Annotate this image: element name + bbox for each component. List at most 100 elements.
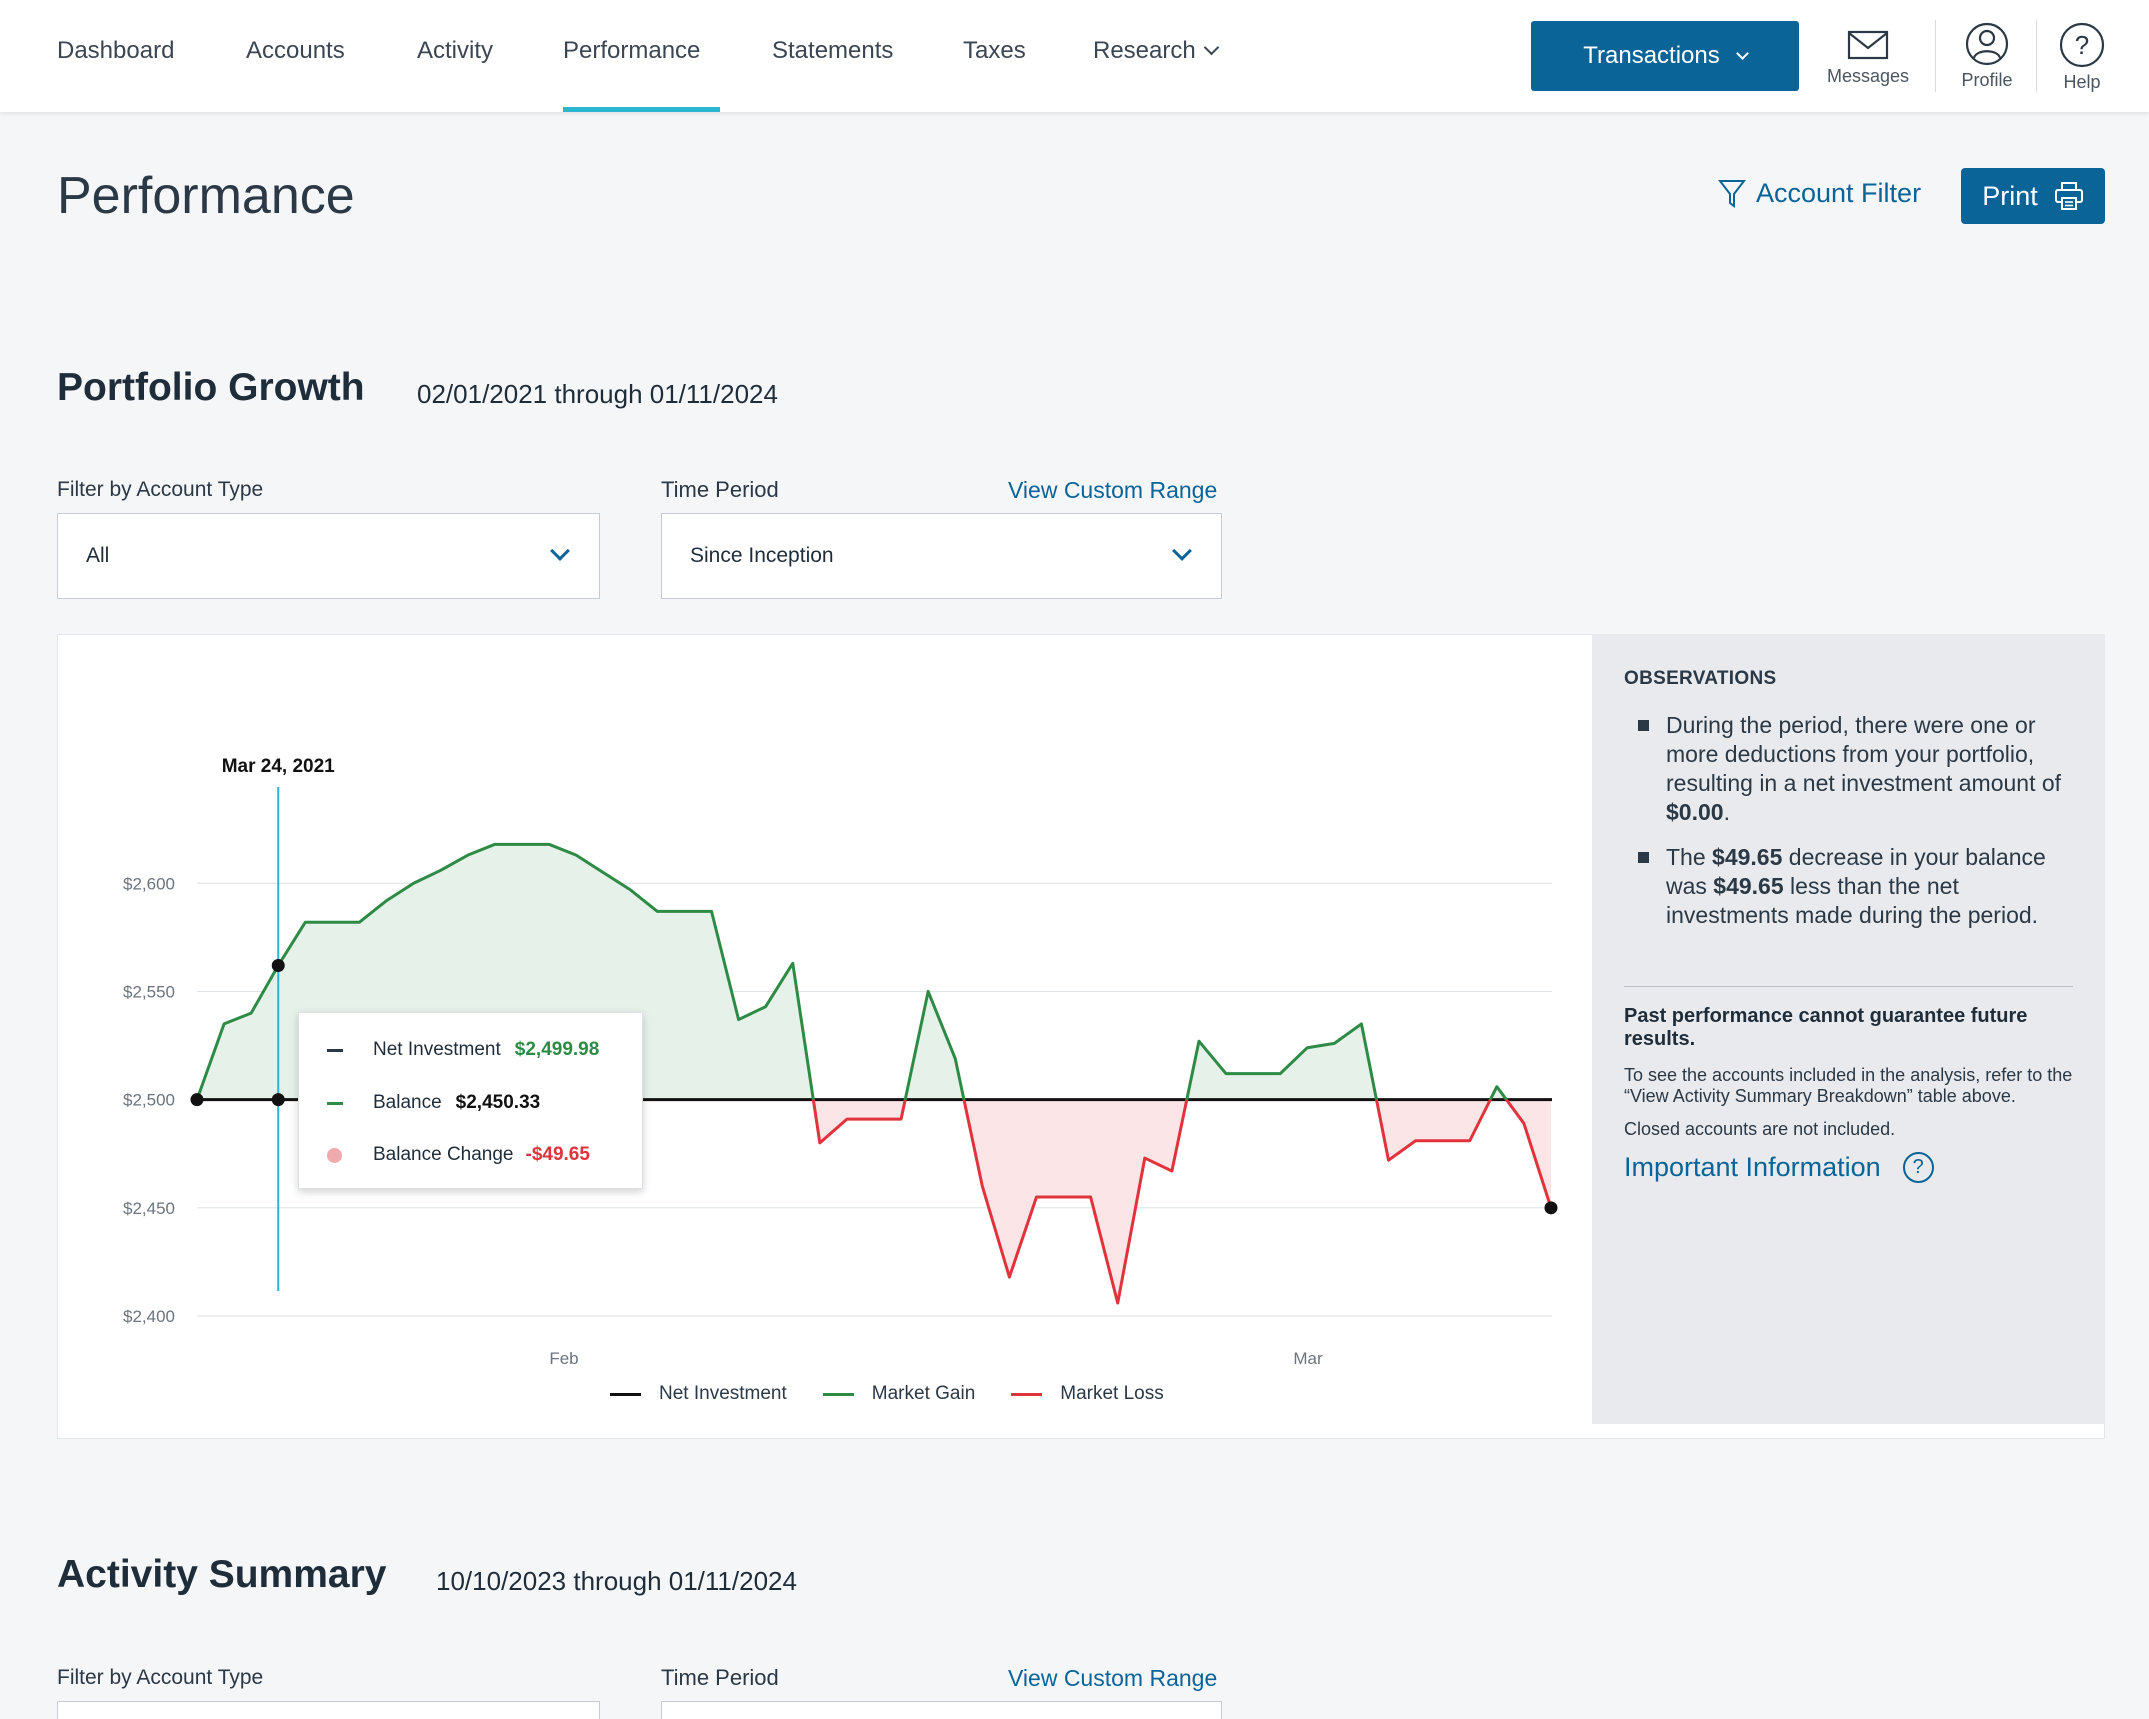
chart-point-marker	[1544, 1201, 1558, 1215]
activity-summary-title: Activity Summary	[57, 1553, 387, 1596]
tooltip-net-value: $2,499.98	[514, 1039, 600, 1060]
closed-accounts-note: Closed accounts are not included.	[1624, 1119, 1896, 1139]
filter-icon	[1718, 179, 1746, 208]
view-custom-range-link[interactable]: View Custom Range	[1008, 1665, 1217, 1692]
help-button[interactable]: ? Help	[2050, 22, 2114, 93]
x-axis-ticks: Feb Mar	[549, 1349, 1323, 1368]
account-type-select[interactable]	[57, 1701, 600, 1719]
print-label: Print	[1982, 180, 2038, 211]
time-period-value: Since Inception	[690, 544, 834, 567]
observation-amount: $49.65	[1712, 844, 1783, 870]
tab-accounts[interactable]: Accounts	[246, 34, 345, 112]
y-tick-label: $2,450	[123, 1199, 175, 1218]
observations-list: During the period, there were one or mor…	[1624, 711, 2073, 930]
divider	[1624, 986, 2073, 987]
time-period-select[interactable]	[661, 1701, 1222, 1719]
observation-item: During the period, there were one or mor…	[1624, 711, 2073, 827]
profile-label: Profile	[1961, 70, 2013, 90]
envelope-icon	[1847, 30, 1889, 60]
x-tick-label: Feb	[549, 1349, 578, 1368]
observation-text: .	[1723, 799, 1730, 825]
observation-amount: $49.65	[1713, 873, 1784, 899]
legend-market-loss: Market Loss	[1011, 1383, 1164, 1405]
account-type-select[interactable]: All	[57, 513, 600, 599]
time-period-label: Time Period	[661, 477, 779, 502]
account-type-value: All	[86, 544, 110, 567]
y-tick-label: $2,400	[123, 1307, 175, 1326]
profile-button[interactable]: Profile	[1950, 22, 2024, 91]
observation-item: The $49.65 decrease in your balance was …	[1624, 843, 2073, 930]
legend-swatch	[610, 1392, 641, 1396]
top-navigation: Dashboard Accounts Activity Performance …	[0, 0, 2149, 112]
observation-text: During the period, there were one or mor…	[1666, 712, 2062, 796]
observations-panel: OBSERVATIONS During the period, there we…	[1592, 634, 2105, 1424]
portfolio-growth-chart: $2,600 $2,550 $2,500 $2,450 $2,400 Feb Mar Ma…	[123, 756, 1558, 1368]
legend-label: Market Gain	[871, 1383, 976, 1404]
messages-button[interactable]: Messages	[1818, 22, 1918, 87]
help-label: Help	[2063, 72, 2101, 92]
activity-summary-date-range: 10/10/2023 through 01/11/2024	[436, 1566, 797, 1596]
tooltip-change-label: Balance Change	[373, 1144, 514, 1165]
tab-dashboard[interactable]: Dashboard	[57, 34, 174, 112]
printer-icon	[2054, 182, 2083, 210]
transactions-button[interactable]: Transactions	[1531, 21, 1799, 91]
portfolio-growth-date-range: 02/01/2021 through 01/11/2024	[417, 379, 778, 409]
x-tick-label: Mar	[1293, 1349, 1323, 1368]
observations-heading: OBSERVATIONS	[1624, 668, 1777, 689]
legend-swatch	[1011, 1392, 1043, 1396]
hover-date-label: Mar 24, 2021	[222, 756, 335, 777]
balance-change-dot	[327, 1147, 342, 1163]
tab-statements[interactable]: Statements	[772, 34, 893, 112]
observation-text: The	[1666, 844, 1713, 870]
legend-label: Market Loss	[1060, 1383, 1164, 1404]
balance-swatch	[327, 1101, 343, 1105]
chart-legend: Net Investment Market Gain Market Loss	[610, 1383, 1200, 1405]
divider	[2036, 20, 2037, 92]
chart-point-marker	[190, 1093, 204, 1107]
tooltip-net-label: Net Investment	[373, 1039, 501, 1060]
filter-account-type-label: Filter by Account Type	[57, 478, 264, 501]
tab-activity[interactable]: Activity	[417, 34, 493, 112]
tooltip-net-row: Net Investment $2,499.98	[327, 1039, 599, 1061]
chart-point-marker	[271, 958, 285, 972]
y-axis-ticks: $2,600 $2,550 $2,500 $2,450 $2,400	[123, 874, 175, 1326]
accounts-note: To see the accounts included in the anal…	[1624, 1065, 2073, 1106]
filter-account-type-label: Filter by Account Type	[57, 1666, 264, 1689]
user-icon	[1965, 22, 2009, 66]
important-information-label: Important Information	[1624, 1152, 1881, 1182]
tab-research[interactable]: Research	[1093, 34, 1219, 112]
print-button[interactable]: Print	[1961, 168, 2105, 224]
tab-research-label: Research	[1093, 37, 1196, 64]
y-tick-label: $2,500	[123, 1091, 175, 1110]
important-information-link[interactable]: Important Information ?	[1624, 1152, 2073, 1183]
tooltip-change-row: Balance Change -$49.65	[327, 1144, 590, 1166]
time-period-select[interactable]: Since Inception	[661, 513, 1222, 599]
tooltip-balance-row: Balance $2,450.33	[327, 1092, 540, 1114]
account-filter-label: Account Filter	[1756, 178, 1922, 208]
chart-point-marker	[271, 1093, 285, 1107]
chevron-down-icon	[1203, 39, 1219, 56]
divider	[1935, 20, 1936, 92]
messages-label: Messages	[1826, 66, 1910, 86]
y-tick-label: $2,600	[123, 874, 175, 893]
transactions-label: Transactions	[1583, 42, 1720, 69]
portfolio-growth-title: Portfolio Growth	[57, 366, 365, 409]
performance-disclaimer: Past performance cannot guarantee future…	[1624, 1005, 2028, 1050]
time-period-label: Time Period	[661, 1665, 779, 1690]
view-custom-range-link[interactable]: View Custom Range	[1008, 477, 1217, 504]
help-icon: ?	[2059, 22, 2105, 68]
chart-tooltip: Net Investment $2,499.98 Balance $2,450.…	[298, 1012, 643, 1189]
chevron-down-icon	[550, 541, 570, 561]
net-investment-swatch	[327, 1048, 343, 1052]
svg-text:?: ?	[2075, 30, 2089, 60]
legend-market-gain: Market Gain	[822, 1383, 976, 1405]
legend-swatch	[822, 1392, 854, 1396]
help-icon: ?	[1902, 1152, 1934, 1183]
tab-taxes[interactable]: Taxes	[963, 34, 1026, 112]
account-filter-link[interactable]: Account Filter	[1718, 178, 1921, 209]
chevron-down-icon	[1172, 541, 1192, 561]
tab-performance[interactable]: Performance	[563, 34, 720, 112]
tooltip-balance-label: Balance	[373, 1092, 442, 1113]
tooltip-change-value: -$49.65	[525, 1144, 590, 1165]
legend-label: Net Investment	[659, 1383, 787, 1404]
